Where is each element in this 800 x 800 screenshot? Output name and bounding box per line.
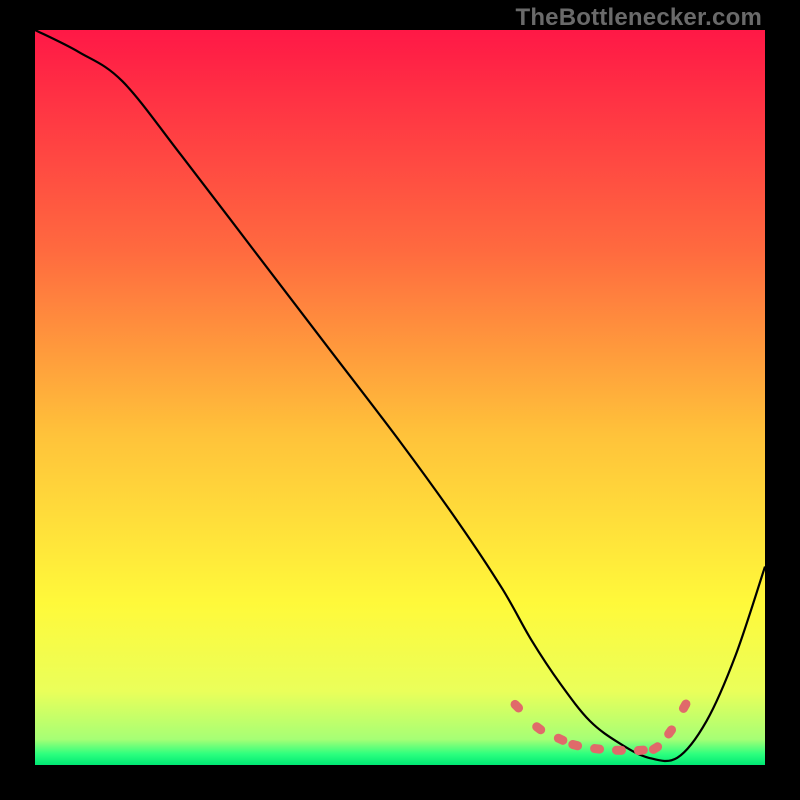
plot-area: [35, 30, 765, 765]
bottleneck-curve: [35, 30, 765, 761]
curve-layer: [35, 30, 765, 765]
watermark-label: TheBottlenecker.com: [515, 4, 762, 32]
highlight-dots: [509, 698, 692, 756]
chart-stage: TheBottlenecker.com: [0, 0, 800, 800]
